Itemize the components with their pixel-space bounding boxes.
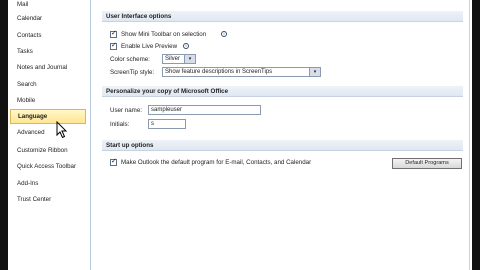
section-header-startup: Start up options xyxy=(102,140,463,151)
default-programs-button[interactable]: Default Programs xyxy=(392,158,462,169)
screentip-style-label: ScreenTip style: xyxy=(110,69,155,76)
sidebar-item-trust-center[interactable]: Trust Center xyxy=(10,192,86,207)
panel-divider xyxy=(469,0,470,270)
sidebar-item-search[interactable]: Search xyxy=(10,77,86,92)
sidebar-item-mobile[interactable]: Mobile xyxy=(10,93,86,108)
screentip-style-select[interactable]: Show feature descriptions in ScreenTips … xyxy=(162,67,321,77)
info-icon: i xyxy=(183,43,189,49)
info-icon: i xyxy=(221,31,227,37)
section-header-ui-options: User Interface options xyxy=(102,11,463,22)
user-name-label: User name: xyxy=(110,107,142,114)
sidebar-item-tasks[interactable]: Tasks xyxy=(10,44,86,59)
sidebar-item-customize-ribbon[interactable]: Customize Ribbon xyxy=(10,143,86,158)
color-scheme-select[interactable]: Silver ▾ xyxy=(162,54,196,64)
sidebar-item-notes-and-journal[interactable]: Notes and Journal xyxy=(10,60,86,75)
mini-toolbar-checkbox[interactable] xyxy=(110,29,117,38)
initials-field[interactable]: s xyxy=(148,119,186,129)
mouse-pointer-icon xyxy=(56,121,68,139)
section-header-personalize: Personalize your copy of Microsoft Offic… xyxy=(102,86,463,97)
mini-toolbar-label: Show Mini Toolbar on selection xyxy=(121,31,207,38)
screentip-style-value: Show feature descriptions in ScreenTips xyxy=(165,69,273,75)
sidebar-item-calendar[interactable]: Calendar xyxy=(10,11,86,26)
default-program-label: Make Outlook the default program for E-m… xyxy=(121,159,312,166)
sidebar-item-add-ins[interactable]: Add-Ins xyxy=(10,176,86,191)
sidebar-item-quick-access-toolbar[interactable]: Quick Access Toolbar xyxy=(10,159,86,174)
chevron-down-icon: ▾ xyxy=(309,68,320,76)
chevron-down-icon: ▾ xyxy=(184,55,195,63)
sidebar-item-language[interactable]: Language xyxy=(10,109,86,124)
sidebar-item-contacts[interactable]: Contacts xyxy=(10,28,86,43)
options-content-panel: User Interface options Show Mini Toolbar… xyxy=(91,0,472,270)
color-scheme-value: Silver xyxy=(165,56,181,62)
options-sidebar: Mail Calendar Contacts Tasks Notes and J… xyxy=(8,0,91,270)
sidebar-item-advanced[interactable]: Advanced xyxy=(10,125,86,140)
live-preview-label: Enable Live Preview xyxy=(121,43,178,50)
left-edge-bar xyxy=(0,0,8,270)
right-edge-bar xyxy=(472,0,480,270)
default-program-checkbox[interactable] xyxy=(110,157,117,166)
live-preview-checkbox[interactable] xyxy=(110,41,117,50)
color-scheme-label: Color scheme: xyxy=(110,56,150,63)
user-name-field[interactable]: sampleuser xyxy=(148,105,261,115)
initials-label: Initials: xyxy=(110,121,130,128)
